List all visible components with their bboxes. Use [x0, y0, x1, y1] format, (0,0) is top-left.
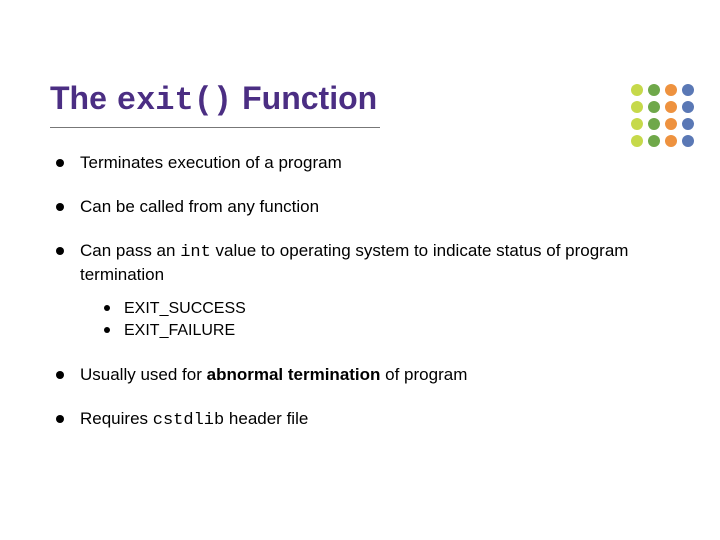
- dot-icon: [682, 84, 694, 96]
- dot-icon: [682, 118, 694, 130]
- dot-icon: [648, 101, 660, 113]
- dot-icon: [665, 84, 677, 96]
- decorative-dots: [631, 84, 694, 147]
- dot-icon: [682, 135, 694, 147]
- title-code: exit(): [117, 82, 232, 119]
- dot-icon: [665, 118, 677, 130]
- sub-bullet-item: EXIT_FAILURE: [104, 320, 670, 342]
- dot-icon: [648, 84, 660, 96]
- bullet-text: Can be called from any function: [80, 197, 319, 216]
- sub-bullet-text: EXIT_FAILURE: [124, 322, 235, 339]
- dot-icon: [631, 118, 643, 130]
- bullet-text: Terminates execution of a program: [80, 153, 342, 172]
- bullet-text-post: header file: [224, 409, 308, 428]
- bullet-item: Requires cstdlib header file: [56, 408, 670, 432]
- bullet-text-pre: Can pass an: [80, 241, 180, 260]
- bullet-list: Terminates execution of a program Can be…: [50, 152, 670, 432]
- bullet-item: Terminates execution of a program: [56, 152, 670, 174]
- title-underline: [50, 127, 380, 128]
- dot-icon: [665, 135, 677, 147]
- bullet-code: int: [180, 243, 211, 262]
- dot-icon: [631, 101, 643, 113]
- bullet-bold: abnormal termination: [207, 365, 381, 384]
- dot-icon: [631, 135, 643, 147]
- slide: The exit() Function Terminates execution…: [0, 0, 720, 540]
- sub-bullet-text: EXIT_SUCCESS: [124, 300, 246, 317]
- bullet-text-pre: Usually used for: [80, 365, 207, 384]
- bullet-item: Can be called from any function: [56, 196, 670, 218]
- bullet-item: Can pass an int value to operating syste…: [56, 240, 670, 341]
- bullet-code: cstdlib: [153, 411, 224, 430]
- bullet-text-post: of program: [380, 365, 467, 384]
- dot-icon: [648, 135, 660, 147]
- sub-bullet-list: EXIT_SUCCESS EXIT_FAILURE: [80, 298, 670, 341]
- dot-icon: [631, 84, 643, 96]
- bullet-text-pre: Requires: [80, 409, 153, 428]
- slide-title: The exit() Function: [50, 80, 670, 119]
- title-suffix: Function: [242, 80, 377, 117]
- sub-bullet-item: EXIT_SUCCESS: [104, 298, 670, 320]
- bullet-item: Usually used for abnormal termination of…: [56, 364, 670, 386]
- dot-icon: [648, 118, 660, 130]
- title-prefix: The: [50, 80, 107, 117]
- dot-icon: [682, 101, 694, 113]
- dot-icon: [665, 101, 677, 113]
